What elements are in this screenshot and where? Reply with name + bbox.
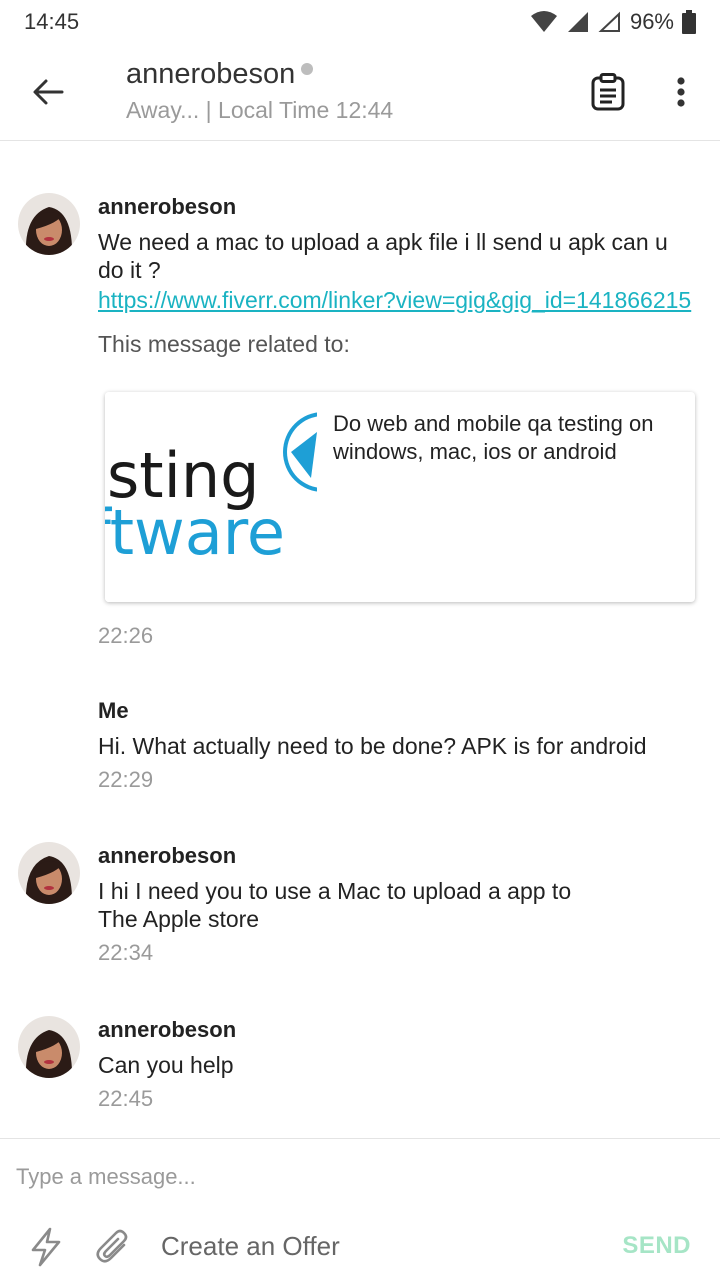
message-link[interactable]: https://www.fiverr.com/linker?view=gig&g…	[98, 286, 698, 314]
signal-icon	[566, 11, 590, 33]
signal-empty-icon	[598, 11, 622, 33]
back-button[interactable]	[22, 70, 74, 114]
gig-thumbnail: sting ftware	[105, 392, 317, 602]
avatar[interactable]	[18, 1016, 80, 1078]
more-vert-icon	[677, 77, 685, 107]
send-button[interactable]: SEND	[622, 1232, 691, 1260]
battery-icon	[682, 10, 696, 34]
gig-title: Do web and mobile qa testing on windows,…	[333, 411, 654, 464]
battery-percentage: 96%	[629, 9, 674, 34]
conversation-title: annerobeson	[126, 58, 314, 91]
sender-name: Me	[98, 698, 129, 723]
bolt-icon	[31, 1227, 61, 1267]
clipboard-icon	[591, 73, 625, 111]
message-text: We need a mac to upload a apk file i ll …	[98, 229, 668, 283]
wifi-icon	[530, 11, 558, 33]
status-time: 14:45	[24, 9, 80, 34]
message-composer: Create an Offer SEND	[0, 1138, 720, 1280]
message-time: 22:29	[98, 767, 154, 792]
more-options-button[interactable]	[662, 70, 700, 114]
attach-file-button[interactable]	[94, 1227, 134, 1267]
avatar[interactable]	[18, 842, 80, 904]
message-time: 22:45	[98, 1086, 154, 1111]
sender-name: annerobeson	[98, 1017, 237, 1042]
message-content: annerobeson Can you help 22:45	[98, 1016, 698, 1113]
message-content: annerobeson We need a mac to upload a ap…	[98, 193, 698, 358]
message-time: 22:34	[98, 940, 154, 965]
username: annerobeson	[126, 58, 296, 90]
avatar[interactable]	[18, 193, 80, 255]
message-input[interactable]	[16, 1157, 696, 1197]
user-status: Away... | Local Time 12:44	[126, 97, 394, 123]
presence-dot	[301, 62, 314, 75]
sender-name: annerobeson	[98, 843, 237, 868]
gig-thumb-line2: ftware	[105, 496, 285, 569]
message-text: Hi. What actually need to be done? APK i…	[98, 733, 647, 759]
status-bar: 14:45 96%	[0, 0, 720, 44]
related-label: This message related to:	[98, 331, 350, 357]
related-gig-card[interactable]: sting ftware Do web and mobile qa testin…	[105, 392, 695, 602]
order-notes-button[interactable]	[586, 70, 630, 114]
quick-response-button[interactable]	[28, 1227, 64, 1267]
back-arrow-icon	[33, 79, 64, 105]
message-content: Me Hi. What actually need to be done? AP…	[98, 697, 698, 794]
message-text-line: I hi I need you to use a Mac to upload a…	[98, 878, 572, 904]
paperclip-icon	[96, 1229, 128, 1263]
message-text: Can you help	[98, 1052, 234, 1078]
chat-header: annerobeson Away... | Local Time 12:44	[0, 44, 720, 141]
message-content: annerobeson I hi I need you to use a Mac…	[98, 842, 698, 967]
sender-name: annerobeson	[98, 194, 237, 219]
avatar[interactable]	[18, 697, 80, 759]
status-icons: 96%	[530, 9, 696, 35]
message-text: I hi I need you to use a Mac to upload a…	[98, 877, 698, 933]
message-time: 22:26	[98, 623, 154, 648]
message-text-line: The Apple store	[98, 906, 260, 932]
create-offer-button[interactable]: Create an Offer	[161, 1231, 340, 1262]
